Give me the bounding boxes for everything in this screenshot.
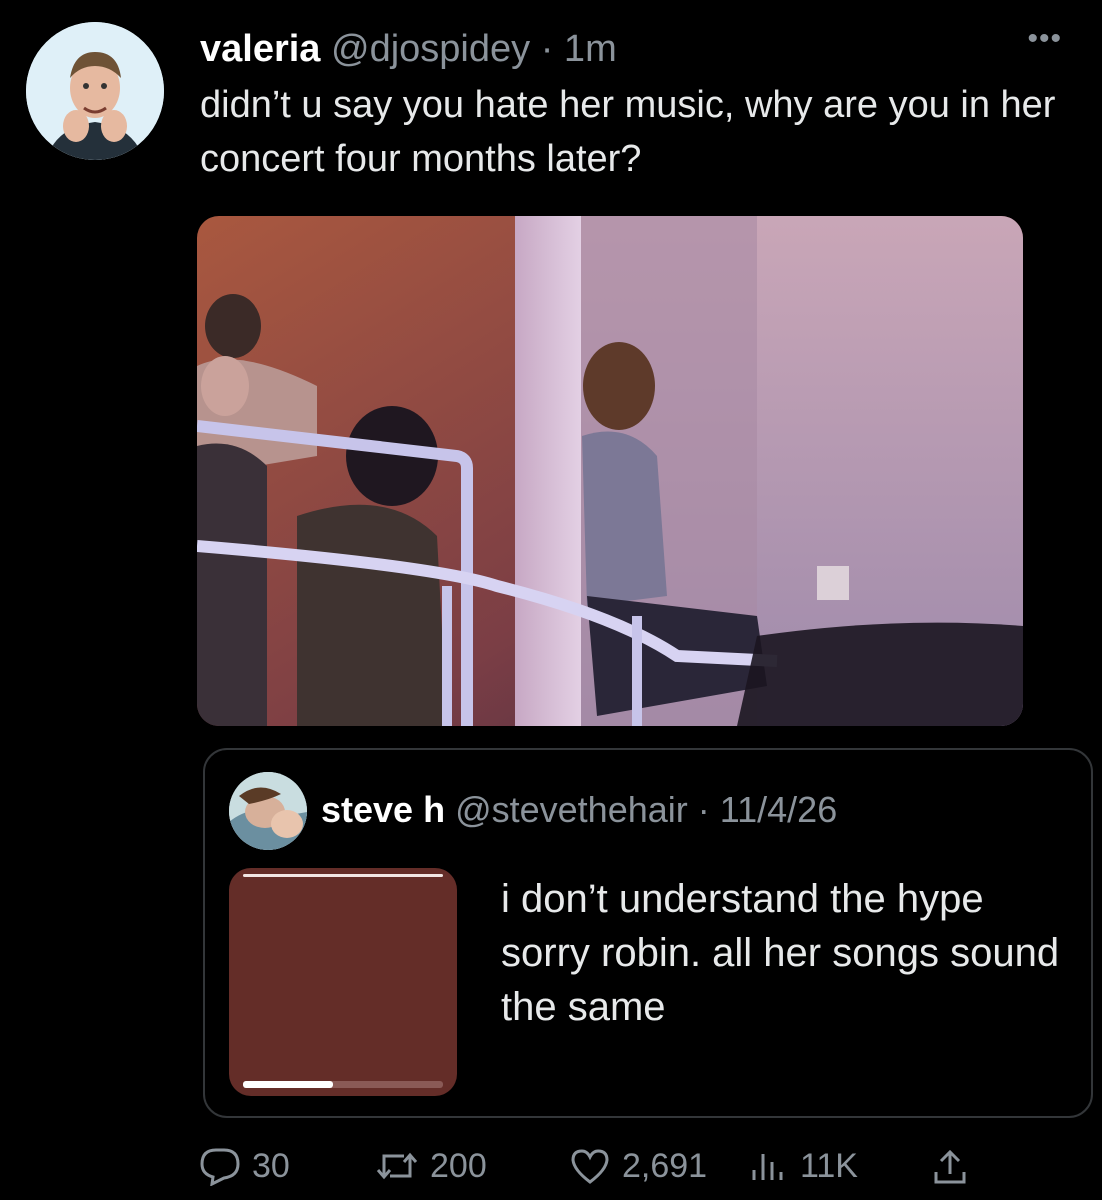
like-icon <box>571 1149 609 1184</box>
reply-button[interactable]: 30 <box>198 1146 290 1186</box>
quoted-media-thumbnail[interactable] <box>229 868 457 1096</box>
views-icon <box>752 1154 783 1180</box>
media-top-line <box>243 874 443 877</box>
quoted-author-avatar[interactable] <box>229 772 307 850</box>
avatar-image <box>26 22 164 160</box>
retweet-icon <box>376 1152 418 1180</box>
author-name[interactable]: valeria <box>200 28 320 70</box>
reply-icon <box>200 1148 240 1186</box>
media-progress-bar[interactable] <box>243 1081 443 1088</box>
views-count: 11K <box>800 1146 858 1185</box>
retweet-button[interactable]: 200 <box>374 1146 487 1186</box>
author-handle[interactable]: @djospidey <box>331 28 530 70</box>
like-count: 2,691 <box>622 1146 708 1185</box>
quoted-author-name[interactable]: steve h <box>321 789 445 830</box>
media-progress-fill <box>243 1081 333 1088</box>
quoted-date[interactable]: · 11/4/26 <box>698 789 837 830</box>
action-bar: 30 200 2,691 11K <box>198 1146 978 1194</box>
quoted-header: steve h @stevethehair · 11/4/26 <box>321 788 837 832</box>
more-icon[interactable]: ••• <box>1027 22 1062 56</box>
concert-photo <box>197 216 1023 726</box>
tweet-time[interactable]: · 1m <box>541 28 617 70</box>
quoted-tweet[interactable]: steve h @stevethehair · 11/4/26 i don’t … <box>203 748 1093 1118</box>
reply-count: 30 <box>252 1146 290 1185</box>
share-button[interactable] <box>928 1146 982 1186</box>
tweet-text: didn’t u say you hate her music, why are… <box>200 84 1056 180</box>
tweet-photo[interactable] <box>197 216 1023 726</box>
tweet-header: valeria @djospidey · 1m <box>200 26 617 72</box>
quoted-text: i don’t understand the hype sorry robin.… <box>501 877 1060 1029</box>
retweet-count: 200 <box>430 1146 487 1185</box>
share-icon <box>934 1149 966 1184</box>
quoted-author-handle[interactable]: @stevethehair <box>455 789 688 830</box>
author-avatar[interactable] <box>26 22 164 160</box>
views-button[interactable]: 11K <box>746 1146 858 1186</box>
like-button[interactable]: 2,691 <box>568 1146 707 1186</box>
quoted-avatar-image <box>229 772 307 850</box>
